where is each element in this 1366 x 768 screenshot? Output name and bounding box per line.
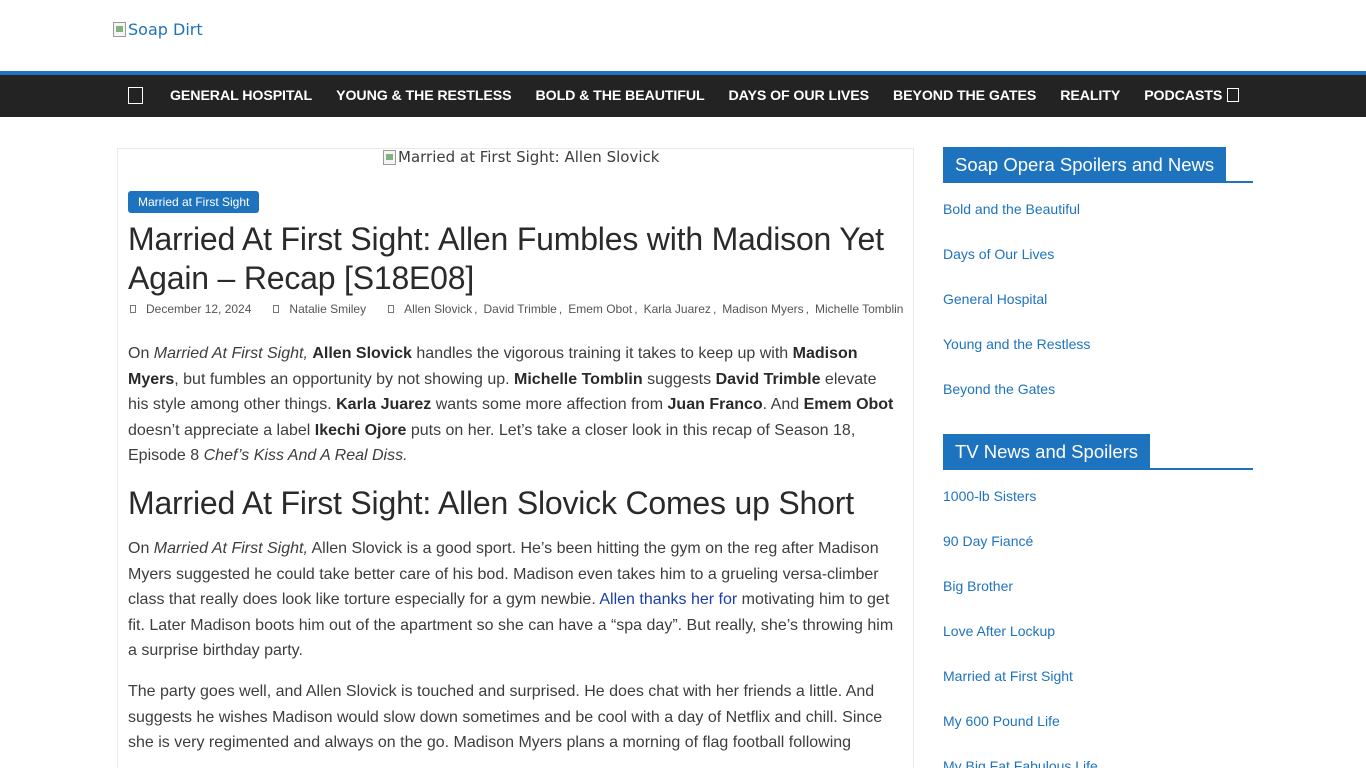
sidebar-link[interactable]: My 600 Pound Life (943, 713, 1253, 758)
intro-paragraph: On Married At First Sight, Allen Slovick… (128, 345, 894, 465)
post-tag[interactable]: Emem Obot (568, 302, 632, 316)
nav-item-young-restless[interactable]: YOUNG & THE RESTLESS (324, 88, 523, 104)
sidebar-link[interactable]: Love After Lockup (943, 623, 1253, 668)
main-navigation: GENERAL HOSPITAL YOUNG & THE RESTLESS BO… (0, 75, 1366, 117)
article-meta: December 12, 2024 Natalie Smiley Allen S… (128, 302, 905, 316)
widget-title: TV News and Spoilers (943, 434, 1151, 469)
nav-item-beyond-the-gates[interactable]: BEYOND THE GATES (881, 88, 1048, 104)
sidebar-link[interactable]: Married at First Sight (943, 668, 1253, 713)
tag-icon (388, 305, 395, 313)
featured-image: Married at First Sight: Allen Slovick (383, 148, 659, 166)
widget-link-list: 1000-lb Sisters 90 Day Fiancé Big Brothe… (943, 488, 1253, 768)
sidebar-link[interactable]: 90 Day Fiancé (943, 533, 1253, 578)
sidebar-link[interactable]: General Hospital (943, 291, 1253, 336)
sidebar-link[interactable]: Big Brother (943, 578, 1253, 623)
nav-menu: GENERAL HOSPITAL YOUNG & THE RESTLESS BO… (158, 75, 1234, 117)
post-tag[interactable]: Karla Juarez (644, 302, 711, 316)
user-icon (273, 305, 280, 313)
sidebar-link[interactable]: Young and the Restless (943, 336, 1253, 381)
post-author[interactable]: Natalie Smiley (289, 302, 366, 316)
post-tag[interactable]: Michelle Tomblin (815, 302, 903, 316)
search-icon[interactable] (1227, 88, 1239, 102)
sidebar-link[interactable]: My Big Fat Fabulous Life (943, 758, 1253, 768)
sidebar-widget-soap: Soap Opera Spoilers and News Bold and th… (943, 147, 1253, 426)
logo-alt-text: Soap Dirt (128, 20, 203, 39)
sidebar-link[interactable]: Bold and the Beautiful (943, 201, 1253, 246)
category-badge[interactable]: Married at First Sight (128, 191, 260, 213)
widget-link-list: Bold and the Beautiful Days of Our Lives… (943, 201, 1253, 426)
post-tag[interactable]: Madison Myers (722, 302, 803, 316)
section-heading: Married At First Sight: Allen Slovick Co… (128, 484, 854, 521)
post-date[interactable]: December 12, 2024 (146, 302, 251, 316)
sidebar-widget-tv: TV News and Spoilers 1000-lb Sisters 90 … (943, 434, 1253, 768)
article-title: Married At First Sight: Allen Fumbles wi… (128, 221, 884, 296)
nav-item-days-of-our-lives[interactable]: DAYS OF OUR LIVES (717, 88, 881, 104)
nav-item-reality[interactable]: REALITY (1048, 88, 1132, 104)
body-paragraph: The party goes well, and Allen Slovick i… (128, 682, 883, 752)
broken-image-icon (113, 22, 126, 37)
featured-image-alt: Married at First Sight: Allen Slovick (398, 148, 660, 166)
nav-item-general-hospital[interactable]: GENERAL HOSPITAL (158, 88, 324, 104)
site-header: Soap Dirt (0, 0, 1366, 71)
post-tag[interactable]: David Trimble (483, 302, 556, 316)
inline-link[interactable]: Allen thanks her for (599, 591, 737, 608)
sidebar-link[interactable]: 1000-lb Sisters (943, 488, 1253, 533)
article-body: On Married At First Sight, Allen Slovick… (128, 341, 900, 768)
widget-title: Soap Opera Spoilers and News (943, 147, 1227, 182)
nav-item-bold-beautiful[interactable]: BOLD & THE BEAUTIFUL (524, 88, 717, 104)
nav-item-podcasts[interactable]: PODCASTS (1132, 88, 1234, 104)
post-tag[interactable]: Allen Slovick (404, 302, 472, 316)
body-paragraph: On Married At First Sight, Allen Slovick… (128, 539, 894, 660)
sidebar-link[interactable]: Days of Our Lives (943, 246, 1253, 291)
calendar-icon (130, 305, 136, 313)
broken-image-icon (383, 149, 396, 165)
home-icon[interactable] (128, 87, 143, 104)
site-logo[interactable]: Soap Dirt (113, 20, 203, 39)
sidebar-link[interactable]: Beyond the Gates (943, 381, 1253, 426)
